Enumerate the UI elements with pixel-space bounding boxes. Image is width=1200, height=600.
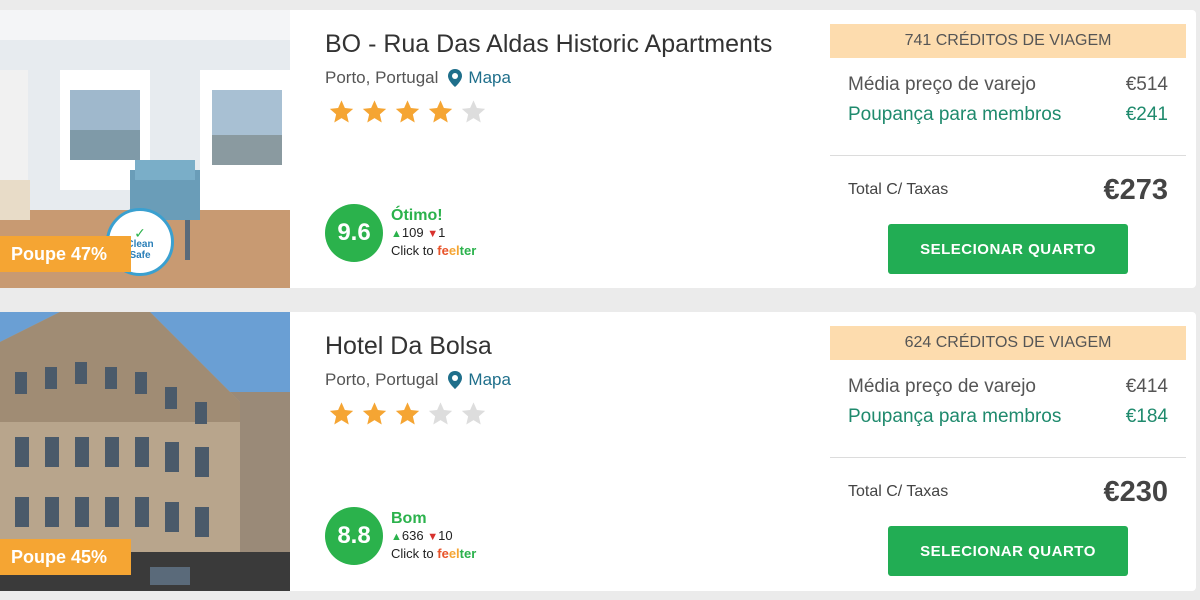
price-box: 741 CRÉDITOS DE VIAGEM Média preço de va… <box>830 24 1186 274</box>
score-circle: 9.6 <box>325 204 383 262</box>
member-savings-label: Poupança para membros <box>848 104 1062 125</box>
map-link[interactable]: Mapa <box>448 68 511 88</box>
hotel-photo[interactable]: ✓ Clean Safe Poupe 47% <box>0 10 290 288</box>
location-text: Porto, Portugal <box>325 370 439 389</box>
star-icon <box>428 100 453 123</box>
select-room-button[interactable]: SELECIONAR QUARTO <box>888 224 1128 274</box>
votes-up: 109 <box>401 224 424 240</box>
discount-badge: Poupe 47% <box>0 236 131 272</box>
feelter-link[interactable]: Click to feelter <box>391 545 476 563</box>
select-room-button[interactable]: SELECIONAR QUARTO <box>888 526 1128 576</box>
retail-price-value: €414 <box>1125 376 1168 397</box>
map-link-label: Mapa <box>468 370 511 389</box>
hotel-card: Poupe 45% Hotel Da Bolsa Porto, Portugal… <box>0 312 1196 591</box>
retail-price-value: €514 <box>1125 74 1168 95</box>
hotel-name[interactable]: Hotel Da Bolsa <box>325 330 805 362</box>
member-savings-value: €241 <box>1125 104 1168 125</box>
feelter-link[interactable]: Click to feelter <box>391 242 476 260</box>
hotel-photo[interactable]: Poupe 45% <box>0 312 290 591</box>
total-label: Total C/ Taxas <box>848 181 949 198</box>
retail-price-row: Média preço de varejo €514 <box>848 70 1168 100</box>
hotel-card: ✓ Clean Safe Poupe 47% BO - Rua Das Alda… <box>0 10 1196 288</box>
clean-badge-line2: Safe <box>129 250 151 261</box>
star-rating <box>325 400 805 428</box>
guest-rating: 8.8 Bom ▲636 ▼10 Click to feelter <box>325 507 476 565</box>
member-savings-value: €184 <box>1125 406 1168 427</box>
total-row: Total C/ Taxas €230 <box>830 458 1186 526</box>
map-pin-icon <box>448 69 463 87</box>
map-link[interactable]: Mapa <box>448 370 511 390</box>
score-label: Ótimo! <box>391 206 443 224</box>
retail-price-label: Média preço de varejo <box>848 74 1036 95</box>
member-savings-row: Poupança para membros €184 <box>848 402 1168 432</box>
hotel-location: Porto, Portugal Mapa <box>325 368 805 392</box>
total-price: €230 <box>1103 475 1168 508</box>
total-price: €273 <box>1103 173 1168 206</box>
feelter-logo: feelter <box>437 242 477 258</box>
click-to-text: Click to <box>391 242 434 258</box>
location-text: Porto, Portugal <box>325 68 439 87</box>
star-icon <box>428 402 453 425</box>
star-icon <box>329 402 354 425</box>
member-savings-row: Poupança para membros €241 <box>848 100 1168 130</box>
star-icon <box>461 100 486 123</box>
price-breakdown: Média preço de varejo €414 Poupança para… <box>830 360 1186 458</box>
vote-counts: ▲636 ▼10 <box>391 528 476 545</box>
member-savings-label: Poupança para membros <box>848 406 1062 427</box>
star-rating <box>325 98 805 126</box>
hotel-info: Hotel Da Bolsa Porto, Portugal Mapa 8.8 … <box>325 312 805 591</box>
vote-counts: ▲109 ▼1 <box>391 225 476 242</box>
votes-up: 636 <box>401 527 424 543</box>
click-to-text: Click to <box>391 545 434 561</box>
star-icon <box>362 402 387 425</box>
score-label: Bom <box>391 509 427 527</box>
discount-badge: Poupe 45% <box>0 539 131 575</box>
feelter-logo: feelter <box>437 545 477 561</box>
star-icon <box>461 402 486 425</box>
score-circle: 8.8 <box>325 507 383 565</box>
total-row: Total C/ Taxas €273 <box>830 156 1186 224</box>
travel-credits-banner: 741 CRÉDITOS DE VIAGEM <box>830 24 1186 58</box>
triangle-up-icon: ▲ <box>391 227 402 240</box>
map-link-label: Mapa <box>468 68 511 87</box>
guest-rating: 9.6 Ótimo! ▲109 ▼1 Click to feelter <box>325 204 476 262</box>
triangle-down-icon: ▼ <box>427 227 439 240</box>
price-box: 624 CRÉDITOS DE VIAGEM Média preço de va… <box>830 326 1186 576</box>
retail-price-label: Média preço de varejo <box>848 376 1036 397</box>
hotel-info: BO - Rua Das Aldas Historic Apartments P… <box>325 10 805 288</box>
votes-down: 1 <box>438 224 446 240</box>
hotel-name[interactable]: BO - Rua Das Aldas Historic Apartments <box>325 28 805 60</box>
star-icon <box>329 100 354 123</box>
travel-credits-banner: 624 CRÉDITOS DE VIAGEM <box>830 326 1186 360</box>
total-label: Total C/ Taxas <box>848 483 949 500</box>
price-breakdown: Média preço de varejo €514 Poupança para… <box>830 58 1186 156</box>
map-pin-icon <box>448 371 463 389</box>
triangle-down-icon: ▼ <box>427 530 439 543</box>
star-icon <box>395 402 420 425</box>
votes-down: 10 <box>438 527 453 543</box>
retail-price-row: Média preço de varejo €414 <box>848 372 1168 402</box>
star-icon <box>362 100 387 123</box>
triangle-up-icon: ▲ <box>391 530 402 543</box>
star-icon <box>395 100 420 123</box>
hotel-location: Porto, Portugal Mapa <box>325 66 805 90</box>
